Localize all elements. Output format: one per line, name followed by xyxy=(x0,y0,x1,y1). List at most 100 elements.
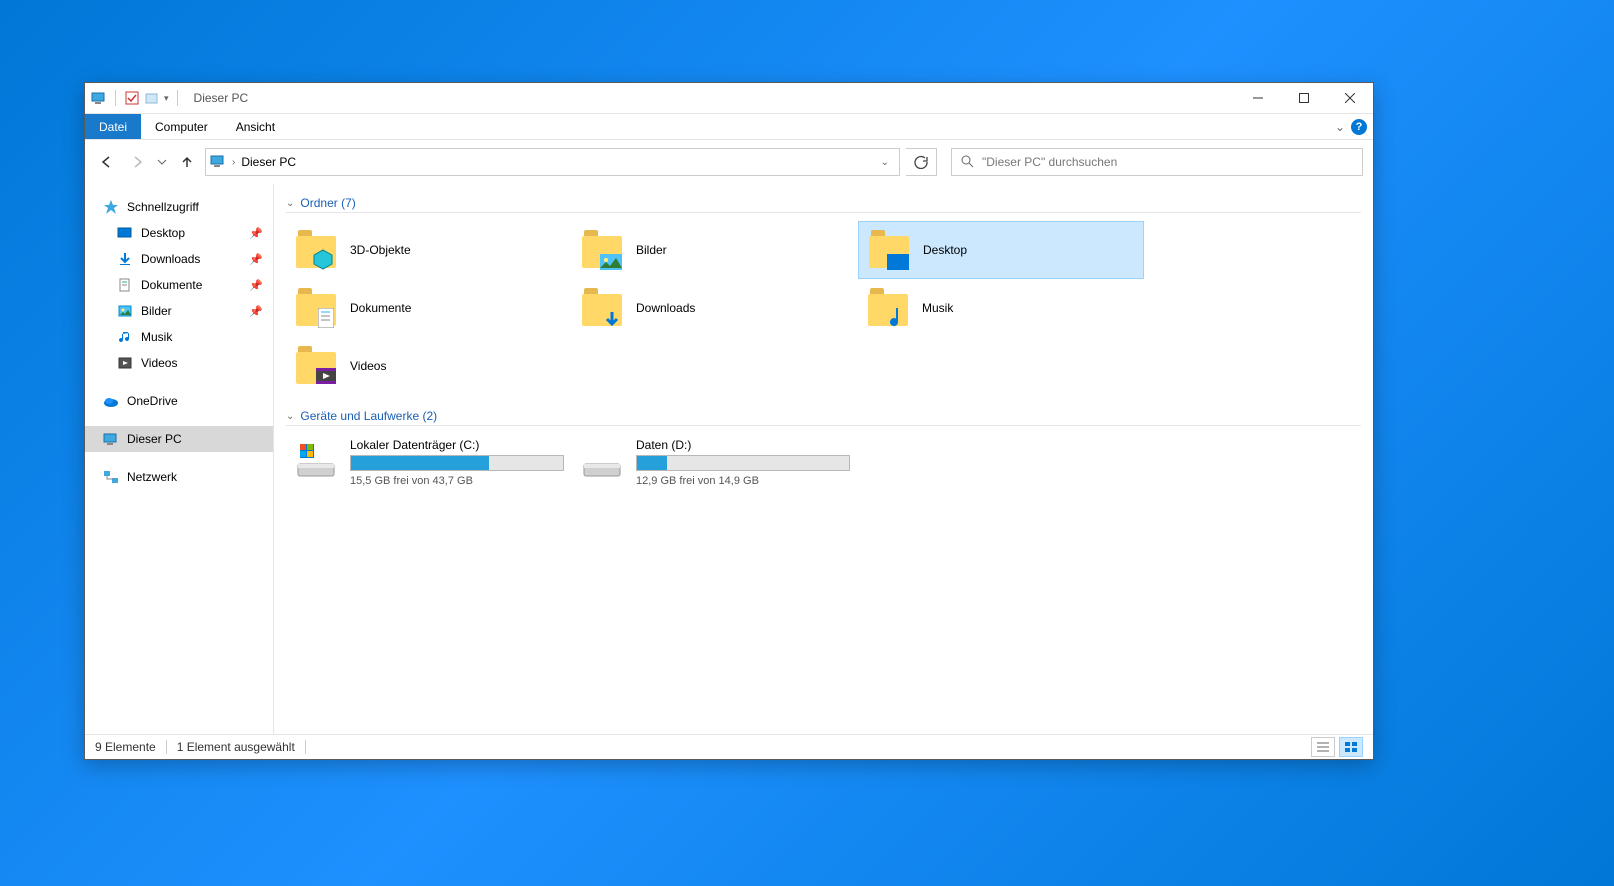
folder-icon xyxy=(117,329,133,345)
sidebar-label: Netzwerk xyxy=(127,470,177,484)
folder-icon xyxy=(294,344,338,388)
group-label: Geräte und Laufwerke (2) xyxy=(300,409,437,423)
folder-icon xyxy=(294,228,338,272)
navigation-pane: Schnellzugriff Desktop 📌 Downloads 📌 Dokumen… xyxy=(85,184,274,734)
folder-tile[interactable]: Dokumente xyxy=(286,279,572,337)
sidebar-item[interactable]: Desktop 📌 xyxy=(85,220,273,246)
drive-tile[interactable]: Daten (D:) 12,9 GB frei von 14,9 GB xyxy=(572,434,858,491)
drive-free-text: 15,5 GB frei von 43,7 GB xyxy=(350,475,564,487)
nav-up-button[interactable] xyxy=(175,150,199,174)
folder-tile[interactable]: Desktop xyxy=(858,221,1144,279)
pin-icon: 📌 xyxy=(249,253,263,266)
tab-computer[interactable]: Computer xyxy=(141,114,222,139)
drive-free-text: 12,9 GB frei von 14,9 GB xyxy=(636,475,850,487)
sidebar-this-pc[interactable]: Dieser PC xyxy=(85,426,273,452)
drive-name: Daten (D:) xyxy=(636,438,850,452)
folder-icon xyxy=(117,277,133,293)
sidebar-quick-access[interactable]: Schnellzugriff xyxy=(85,194,273,220)
sidebar-onedrive[interactable]: OneDrive xyxy=(85,388,273,414)
sidebar-network[interactable]: Netzwerk xyxy=(85,464,273,490)
chevron-down-icon[interactable]: ⌄ xyxy=(286,198,294,209)
folder-icon xyxy=(117,251,133,267)
sidebar-item[interactable]: Bilder 📌 xyxy=(85,298,273,324)
drive-name: Lokaler Datenträger (C:) xyxy=(350,438,564,452)
drive-tile[interactable]: Lokaler Datenträger (C:) 15,5 GB frei von… xyxy=(286,434,572,491)
sidebar-item[interactable]: Dokumente📌 xyxy=(85,272,273,298)
folder-label: Downloads xyxy=(636,301,695,315)
folder-icon xyxy=(117,355,133,371)
new-folder-icon[interactable] xyxy=(144,90,160,106)
close-button[interactable] xyxy=(1327,83,1373,113)
status-bar: 9 Elemente 1 Element ausgewählt xyxy=(85,734,1373,759)
folder-label: 3D-Objekte xyxy=(350,243,411,257)
group-header-drives[interactable]: ⌄ Geräte und Laufwerke (2) xyxy=(286,409,1361,426)
status-item-count: 9 Elemente xyxy=(95,740,156,754)
tab-file[interactable]: Datei xyxy=(85,114,141,139)
folder-tile[interactable]: 3D-Objekte xyxy=(286,221,572,279)
drive-usage-bar xyxy=(350,455,564,471)
sidebar-label: Schnellzugriff xyxy=(127,200,199,214)
group-header-folders[interactable]: ⌄ Ordner (7) xyxy=(286,196,1361,213)
folder-icon xyxy=(117,303,133,319)
window-controls xyxy=(1235,83,1373,113)
pin-icon: 📌 xyxy=(249,305,263,318)
content-pane: ⌄ Ordner (7) 3D-Objekte BilderDesktop Doku… xyxy=(274,184,1373,734)
address-bar[interactable]: › Dieser PC ⌄ xyxy=(205,148,900,176)
sidebar-item-label: Videos xyxy=(141,356,177,370)
pin-icon: 📌 xyxy=(249,227,263,240)
minimize-button[interactable] xyxy=(1235,83,1281,113)
sidebar-item-label: Desktop xyxy=(141,226,185,240)
window-title: Dieser PC xyxy=(194,91,249,105)
group-label: Ordner (7) xyxy=(300,196,355,210)
separator xyxy=(166,740,167,754)
folders-grid: 3D-Objekte BilderDesktop Dokumente Download… xyxy=(286,221,1361,395)
chevron-right-icon[interactable]: › xyxy=(232,157,235,168)
explorer-window: ▾ Dieser PC Datei Computer Ansicht ⌄ ? ›… xyxy=(84,82,1374,760)
folder-label: Dokumente xyxy=(350,301,411,315)
folder-icon xyxy=(294,286,338,330)
nav-recent-dropdown[interactable] xyxy=(155,150,169,174)
quick-access-icon xyxy=(103,199,119,215)
nav-back-button[interactable] xyxy=(95,150,119,174)
tab-view[interactable]: Ansicht xyxy=(222,114,289,139)
folder-tile[interactable]: Videos xyxy=(286,337,572,395)
drives-grid: Lokaler Datenträger (C:) 15,5 GB frei von… xyxy=(286,434,1361,491)
separator xyxy=(115,90,116,106)
drive-usage-bar xyxy=(636,455,850,471)
sidebar-item[interactable]: Downloads 📌 xyxy=(85,246,273,272)
address-dropdown-icon[interactable]: ⌄ xyxy=(875,157,895,168)
refresh-button[interactable] xyxy=(906,148,937,176)
sidebar-item-label: Bilder xyxy=(141,304,172,318)
drive-icon xyxy=(294,438,338,482)
qat-dropdown-icon[interactable]: ▾ xyxy=(164,93,169,104)
sidebar-item[interactable]: Videos xyxy=(85,350,273,376)
view-tiles-button[interactable] xyxy=(1339,737,1363,757)
drive-icon xyxy=(580,438,624,482)
folder-label: Videos xyxy=(350,359,386,373)
folder-icon xyxy=(866,286,910,330)
folder-tile[interactable]: Bilder xyxy=(572,221,858,279)
nav-forward-button[interactable] xyxy=(125,150,149,174)
network-icon xyxy=(103,469,119,485)
folder-tile[interactable]: Downloads xyxy=(572,279,858,337)
search-placeholder: "Dieser PC" durchsuchen xyxy=(982,155,1117,169)
sidebar-item-label: Downloads xyxy=(141,252,200,266)
ribbon-expand-icon[interactable]: ⌄ xyxy=(1335,120,1345,134)
view-details-button[interactable] xyxy=(1311,737,1335,757)
folder-icon xyxy=(580,228,624,272)
sidebar-item-label: Dokumente xyxy=(141,278,202,292)
search-icon xyxy=(960,154,974,171)
folder-tile[interactable]: Musik xyxy=(858,279,1144,337)
title-bar-left: ▾ Dieser PC xyxy=(85,90,248,106)
sidebar-item[interactable]: Musik xyxy=(85,324,273,350)
help-icon[interactable]: ? xyxy=(1351,119,1367,135)
folder-icon xyxy=(580,286,624,330)
maximize-button[interactable] xyxy=(1281,83,1327,113)
nav-row: › Dieser PC ⌄ "Dieser PC" durchsuchen xyxy=(85,140,1373,184)
properties-icon[interactable] xyxy=(124,90,140,106)
folder-label: Musik xyxy=(922,301,953,315)
search-input[interactable]: "Dieser PC" durchsuchen xyxy=(951,148,1363,176)
chevron-down-icon[interactable]: ⌄ xyxy=(286,411,294,422)
address-text[interactable]: Dieser PC xyxy=(241,155,868,169)
this-pc-icon xyxy=(210,153,226,172)
